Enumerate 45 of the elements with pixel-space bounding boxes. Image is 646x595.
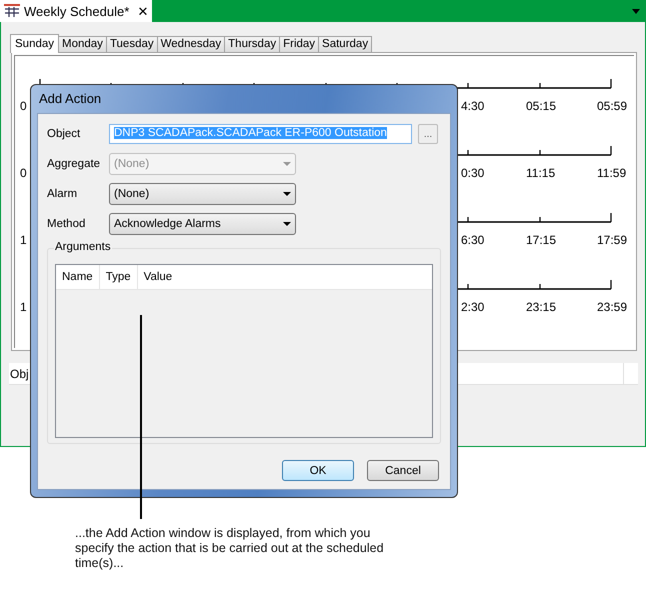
time-label: 1 [20,300,27,314]
time-label: 23:59 [597,300,628,314]
document-tab[interactable]: Weekly Schedule* ✕ [0,0,152,22]
day-tab[interactable]: Wednesday [156,36,226,52]
dropdown-field[interactable]: (None) [109,183,296,205]
document-tab-title: Weekly Schedule* [24,4,130,18]
day-tab[interactable]: Sunday [10,34,60,53]
cancel-button[interactable]: Cancel [367,460,439,481]
time-label: 0 [20,99,27,113]
ok-button[interactable]: OK [282,460,354,481]
calendar-icon [4,4,20,18]
time-label: 11:59 [597,166,626,180]
time-label: 17:15 [526,233,556,247]
time-label: 1 [20,233,27,247]
browse-button[interactable]: ... [418,124,438,144]
dropdown-icon[interactable] [632,8,640,14]
dropdown-arrow-icon[interactable] [283,222,291,226]
time-label: 2:30 [461,300,484,314]
field-label: Object [47,128,82,140]
dialog-title: Add Action [38,90,102,108]
group-title: Arguments [54,241,112,253]
field-label: Method [47,218,86,230]
time-label: 4:30 [461,99,484,113]
column-header[interactable]: Name [56,265,100,289]
time-label: 05:15 [526,99,556,113]
close-button[interactable]: ✕ [137,4,148,18]
field-label: Alarm [47,188,78,200]
field-label: Aggregate [47,158,102,170]
dropdown-field[interactable]: Acknowledge Alarms [109,213,296,235]
day-tab[interactable]: Tuesday [106,36,158,52]
time-label: 0 [20,166,27,180]
time-label: 0:30 [461,166,484,180]
column-header[interactable]: Value [138,265,178,289]
caption: ...the Add Action window is displayed, from which you specify the action that is be carried out at the scheduled time(s)... [75,526,385,571]
day-tab[interactable]: Monday [58,36,107,52]
day-tab[interactable]: Friday [279,36,320,52]
dropdown-arrow-icon[interactable] [283,192,291,196]
time-label: 23:15 [526,300,556,314]
time-label: 6:30 [461,233,484,247]
day-tab[interactable]: Saturday [318,36,372,52]
time-label: 11:15 [526,166,556,180]
column-header[interactable]: Type [100,265,138,289]
day-tab[interactable]: Thursday [224,36,280,52]
time-label: 05:59 [597,99,628,113]
time-label: 17:59 [597,233,628,247]
